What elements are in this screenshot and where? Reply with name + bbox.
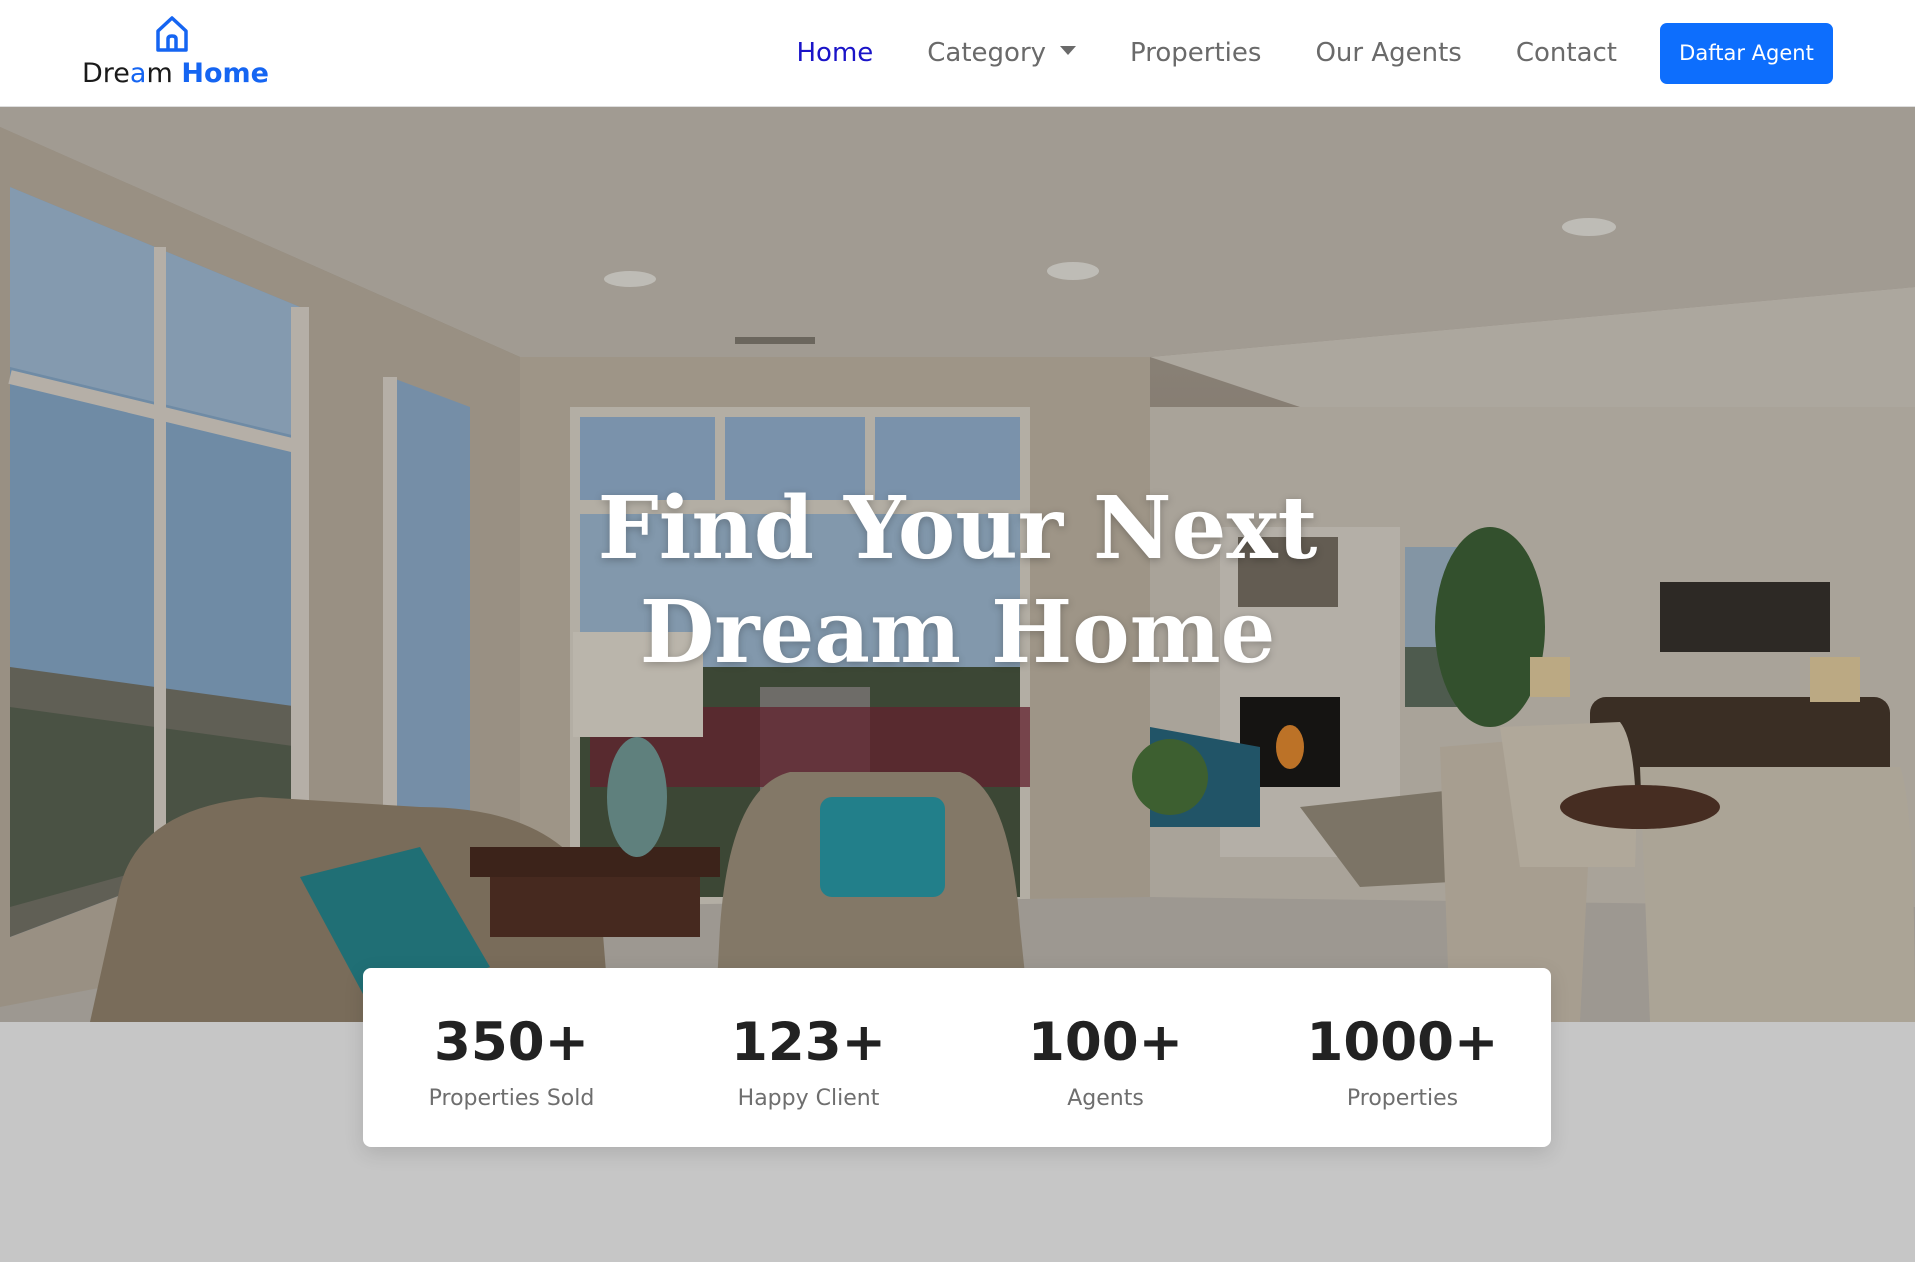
brand-name: Dream Home (82, 58, 269, 89)
nav-category-dropdown[interactable]: Category (927, 38, 1077, 68)
hero-title-line2: Dream Home (639, 582, 1276, 683)
stat-agents: 100+ Agents (957, 968, 1254, 1147)
hero-title: Find Your Next Dream Home (0, 477, 1915, 685)
hero-title-line1: Find Your Next (597, 478, 1318, 579)
stat-label: Properties Sold (428, 1086, 595, 1111)
stat-label: Agents (1067, 1086, 1144, 1111)
nav-contact[interactable]: Contact (1516, 38, 1617, 68)
caret-down-icon (1060, 46, 1077, 55)
stat-value: 123+ (730, 1012, 887, 1073)
brand-logo-link[interactable]: Dream Home (82, 14, 269, 90)
nav-home[interactable]: Home (796, 38, 873, 68)
nav-category-label: Category (927, 38, 1047, 68)
stat-value: 100+ (1027, 1012, 1184, 1073)
stat-value: 1000+ (1306, 1012, 1499, 1073)
stat-value: 350+ (433, 1012, 590, 1073)
nav-links: Home Category Properties Our Agents Cont… (796, 22, 1833, 84)
stat-properties: 1000+ Properties (1254, 968, 1551, 1147)
stat-label: Happy Client (737, 1086, 880, 1111)
hero-section: Find Your Next Dream Home (0, 107, 1915, 1022)
daftar-agent-button[interactable]: Daftar Agent (1660, 22, 1833, 84)
house-icon (156, 16, 188, 52)
stats-card: 350+ Properties Sold 123+ Happy Client 1… (363, 968, 1551, 1147)
stat-happy-client: 123+ Happy Client (660, 968, 957, 1147)
nav-our-agents[interactable]: Our Agents (1315, 38, 1461, 68)
nav-properties[interactable]: Properties (1130, 38, 1261, 68)
stat-label: Properties (1346, 1086, 1459, 1111)
stat-properties-sold: 350+ Properties Sold (363, 968, 660, 1147)
navbar: Dream Home Home Category Properties Our … (0, 0, 1915, 107)
